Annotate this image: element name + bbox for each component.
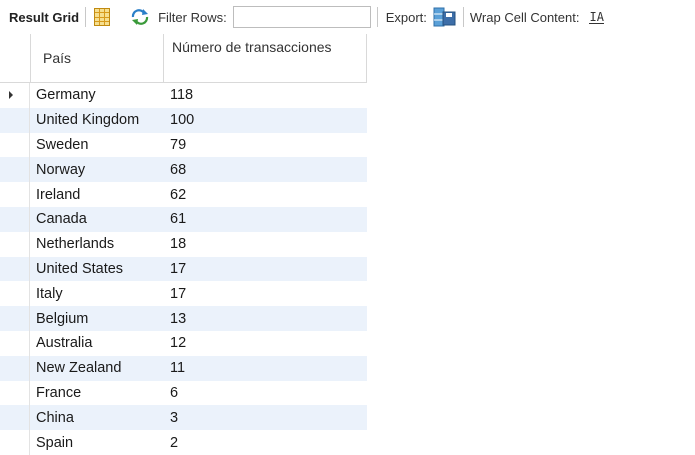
cell-numero[interactable]: 100 — [163, 112, 366, 128]
cell-numero[interactable]: 6 — [163, 385, 366, 401]
table-row[interactable]: Canada 61 — [0, 206, 367, 232]
cell-numero[interactable]: 79 — [163, 137, 366, 153]
row-selector[interactable] — [0, 83, 30, 108]
filter-rows-label: Filter Rows: — [158, 9, 227, 25]
filter-rows-input[interactable] — [232, 6, 371, 28]
table-row[interactable]: New Zealand 11 — [0, 355, 367, 381]
table-row[interactable]: Ireland 62 — [0, 182, 367, 207]
result-grid-toolbar: Result Grid Filter Rows: Export: Wrap Ce… — [0, 0, 695, 34]
toolbar-separator — [376, 7, 378, 27]
cell-pais[interactable]: Germany — [30, 87, 163, 103]
cell-numero[interactable]: 11 — [163, 360, 366, 376]
cell-pais[interactable]: New Zealand — [30, 360, 163, 376]
column-header-numero-transacciones[interactable]: Número de transacciones — [164, 34, 367, 82]
cell-numero[interactable]: 68 — [163, 162, 366, 178]
row-selector[interactable] — [0, 132, 30, 158]
cell-numero[interactable]: 118 — [163, 87, 366, 103]
row-selector[interactable] — [0, 405, 30, 431]
cell-numero[interactable]: 18 — [163, 236, 366, 252]
cell-pais[interactable]: Norway — [30, 162, 163, 178]
wrap-cell-content-label: Wrap Cell Content: — [469, 9, 580, 25]
toolbar-separator — [462, 7, 464, 27]
table-row[interactable]: Italy 17 — [0, 281, 367, 307]
grid-view-icon[interactable] — [94, 8, 111, 26]
wrap-cell-icon[interactable]: IA — [589, 11, 604, 24]
grid-header-row: País Número de transacciones — [0, 34, 367, 83]
row-selector[interactable] — [0, 206, 30, 232]
cell-pais[interactable]: Spain — [30, 435, 163, 451]
cell-pais[interactable]: China — [30, 410, 163, 426]
table-row[interactable]: China 3 — [0, 405, 367, 431]
result-grid-label: Result Grid — [9, 9, 80, 25]
row-selector[interactable] — [0, 430, 30, 455]
cell-numero[interactable]: 13 — [163, 311, 366, 327]
cell-pais[interactable]: Ireland — [30, 187, 163, 203]
cell-pais[interactable]: Canada — [30, 211, 163, 227]
cell-numero[interactable]: 17 — [163, 261, 366, 277]
row-selector[interactable] — [0, 380, 30, 406]
cell-numero[interactable]: 61 — [163, 211, 366, 227]
cell-numero[interactable]: 3 — [163, 410, 366, 426]
cell-numero[interactable]: 12 — [163, 335, 366, 351]
current-row-caret-icon — [9, 91, 13, 100]
row-selector[interactable] — [0, 182, 30, 207]
row-selector[interactable] — [0, 281, 30, 307]
result-grid: País Número de transacciones Germany 118… — [0, 34, 367, 455]
table-row[interactable]: France 6 — [0, 380, 367, 406]
table-row[interactable]: Spain 2 — [0, 430, 367, 455]
column-header-pais[interactable]: País — [31, 34, 164, 82]
table-row[interactable]: United States 17 — [0, 256, 367, 282]
export-label: Export: — [385, 9, 427, 25]
table-row[interactable]: Norway 68 — [0, 157, 367, 183]
row-selector[interactable] — [0, 330, 30, 356]
toolbar-separator — [85, 7, 87, 27]
refresh-icon[interactable] — [130, 9, 150, 25]
row-selector[interactable] — [0, 355, 30, 381]
row-selector-header — [0, 34, 31, 82]
cell-pais[interactable]: Belgium — [30, 311, 163, 327]
cell-numero[interactable]: 62 — [163, 187, 366, 203]
cell-pais[interactable]: United Kingdom — [30, 112, 163, 128]
cell-numero[interactable]: 2 — [163, 435, 366, 451]
export-icon[interactable] — [433, 7, 457, 27]
cell-pais[interactable]: France — [30, 385, 163, 401]
row-selector[interactable] — [0, 306, 30, 331]
cell-pais[interactable]: United States — [30, 261, 163, 277]
table-row[interactable]: Australia 12 — [0, 330, 367, 356]
table-row[interactable]: Belgium 13 — [0, 306, 367, 331]
cell-pais[interactable]: Italy — [30, 286, 163, 302]
cell-pais[interactable]: Netherlands — [30, 236, 163, 252]
row-selector[interactable] — [0, 157, 30, 183]
row-selector[interactable] — [0, 107, 30, 133]
row-selector[interactable] — [0, 256, 30, 282]
cell-pais[interactable]: Sweden — [30, 137, 163, 153]
row-selector[interactable] — [0, 231, 30, 257]
cell-pais[interactable]: Australia — [30, 335, 163, 351]
table-row[interactable]: United Kingdom 100 — [0, 107, 367, 133]
table-row[interactable]: Germany 118 — [0, 83, 367, 108]
table-row[interactable]: Netherlands 18 — [0, 231, 367, 257]
table-row[interactable]: Sweden 79 — [0, 132, 367, 158]
cell-numero[interactable]: 17 — [163, 286, 366, 302]
